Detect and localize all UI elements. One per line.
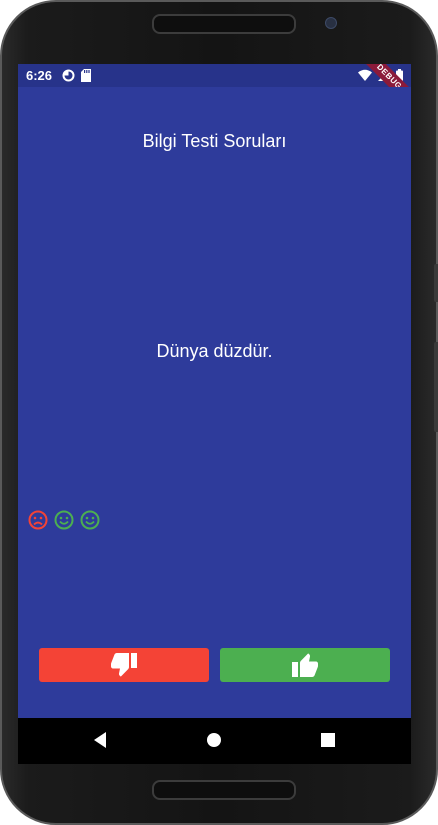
top-speaker (152, 14, 296, 34)
true-answer-button[interactable] (220, 648, 390, 682)
data-saver-icon (62, 69, 75, 82)
navigation-bar (18, 718, 411, 764)
thumbs-down-icon (111, 653, 137, 677)
status-bar: 6:26 DEBUG (18, 64, 411, 118)
power-button[interactable] (434, 264, 438, 302)
home-icon[interactable] (206, 732, 222, 748)
status-time: 6:26 (26, 68, 53, 83)
happy-face-icon (54, 510, 74, 530)
phone-frame: 6:26 DEBUG Bilgi Testi Soruları Dünya dü… (0, 0, 438, 825)
sd-card-icon (81, 69, 91, 82)
quiz-app: Bilgi Testi Soruları Dünya düzdür. (18, 87, 411, 718)
bottom-speaker (152, 780, 296, 800)
page-title: Bilgi Testi Soruları (142, 131, 287, 151)
front-camera (325, 17, 337, 29)
question-text: Dünya düzdür. (156, 341, 273, 361)
recents-icon[interactable] (320, 732, 336, 748)
wifi-icon (358, 69, 372, 81)
score-keeper (28, 510, 100, 530)
false-answer-button[interactable] (39, 648, 209, 682)
volume-button[interactable] (434, 342, 438, 432)
sad-face-icon (28, 510, 48, 530)
happy-face-icon (80, 510, 100, 530)
status-left-icons (62, 69, 91, 82)
thumbs-up-icon (292, 653, 318, 677)
back-icon[interactable] (92, 731, 108, 749)
device-screen: 6:26 DEBUG Bilgi Testi Soruları Dünya dü… (18, 64, 411, 764)
